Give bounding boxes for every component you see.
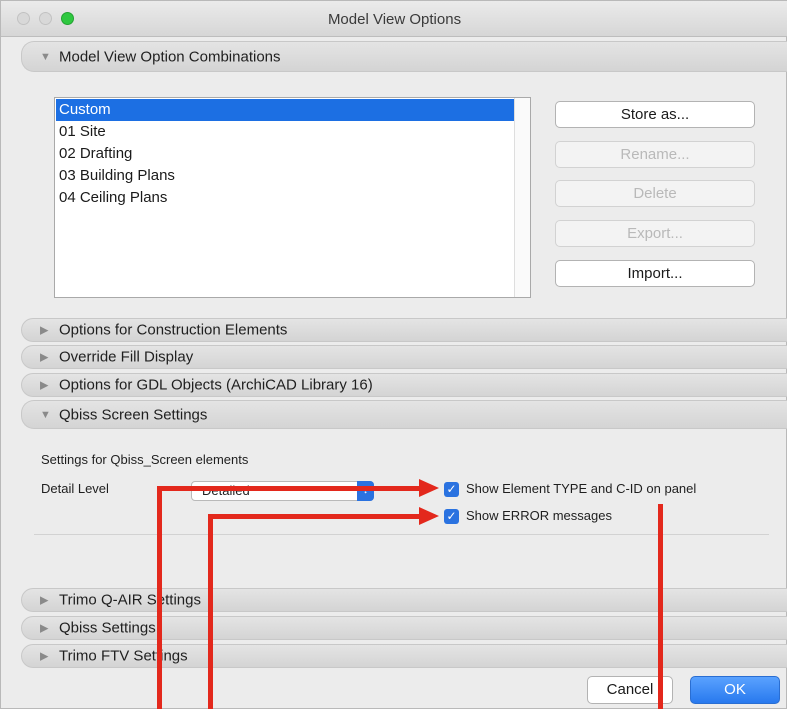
disclosure-collapsed-icon: ▶ xyxy=(40,351,49,364)
section-construction-elements[interactable]: ▶ Options for Construction Elements xyxy=(21,318,787,342)
section-qbiss-screen-settings[interactable]: ▼ Qbiss Screen Settings xyxy=(21,400,787,429)
combinations-listbox[interactable]: Custom 01 Site 02 Drafting 03 Building P… xyxy=(54,97,531,298)
section-qbiss-settings[interactable]: ▶ Qbiss Settings xyxy=(21,616,787,640)
title-bar: Model View Options xyxy=(1,1,787,37)
section-trimo-ftv-settings[interactable]: ▶ Trimo FTV Settings xyxy=(21,644,787,668)
disclosure-collapsed-icon: ▶ xyxy=(40,379,49,392)
disclosure-expanded-icon: ▼ xyxy=(40,50,51,63)
store-as-button[interactable]: Store as... xyxy=(555,101,755,128)
annotation-arrow-horizontal xyxy=(208,514,421,519)
window-title: Model View Options xyxy=(327,11,462,28)
section-label: Model View Option Combinations xyxy=(59,48,281,65)
disclosure-collapsed-icon: ▶ xyxy=(40,650,49,663)
qbiss-screen-caption: Settings for Qbiss_Screen elements xyxy=(41,452,249,467)
section-label: Options for Construction Elements xyxy=(59,321,288,339)
list-item-custom[interactable]: Custom xyxy=(56,99,516,121)
disclosure-expanded-icon: ▼ xyxy=(40,408,51,421)
disclosure-collapsed-icon: ▶ xyxy=(40,324,49,337)
export-button[interactable]: Export... xyxy=(555,220,755,247)
list-item-drafting[interactable]: 02 Drafting xyxy=(56,143,516,165)
disclosure-collapsed-icon: ▶ xyxy=(40,594,49,607)
section-trimo-qair-settings[interactable]: ▶ Trimo Q-AIR Settings xyxy=(21,588,787,612)
annotation-arrow-head xyxy=(419,479,439,497)
list-item-site[interactable]: 01 Site xyxy=(56,121,516,143)
disclosure-collapsed-icon: ▶ xyxy=(40,622,49,635)
model-view-options-window: Model View Options ▼ Model View Option C… xyxy=(0,0,787,709)
chevron-updown-icon: ↕ xyxy=(357,481,374,501)
section-label: Qbiss Settings xyxy=(59,619,156,637)
section-gdl-objects[interactable]: ▶ Options for GDL Objects (ArchiCAD Libr… xyxy=(21,373,787,397)
annotation-arrow-vertical xyxy=(157,486,162,709)
list-item-building-plans[interactable]: 03 Building Plans xyxy=(56,165,516,187)
list-item-ceiling-plans[interactable]: 04 Ceiling Plans xyxy=(56,187,516,209)
section-override-fill-display[interactable]: ▶ Override Fill Display xyxy=(21,345,787,369)
show-errors-label[interactable]: Show ERROR messages xyxy=(466,508,612,523)
detail-level-label: Detail Level xyxy=(41,481,109,496)
show-type-label[interactable]: Show Element TYPE and C-ID on panel xyxy=(466,481,696,496)
section-label: Trimo Q-AIR Settings xyxy=(59,591,201,609)
section-label: Qbiss Screen Settings xyxy=(59,406,208,423)
rename-button[interactable]: Rename... xyxy=(555,141,755,168)
annotation-arrow-head xyxy=(419,507,439,525)
section-label: Options for GDL Objects (ArchiCAD Librar… xyxy=(59,376,373,394)
section-label: Override Fill Display xyxy=(59,348,194,366)
list-scrollbar[interactable] xyxy=(514,98,530,297)
ok-button[interactable]: OK xyxy=(690,676,780,704)
annotation-arrow-horizontal xyxy=(157,486,421,491)
annotation-arrow-vertical xyxy=(208,514,213,709)
detail-level-select[interactable]: Detailed ↕ xyxy=(191,481,374,501)
section-label: Trimo FTV Settings xyxy=(59,647,188,665)
show-errors-checkbox[interactable]: ✓ xyxy=(444,509,459,524)
show-type-checkbox[interactable]: ✓ xyxy=(444,482,459,497)
delete-button[interactable]: Delete xyxy=(555,180,755,207)
import-button[interactable]: Import... xyxy=(555,260,755,287)
annotation-line-vertical xyxy=(658,504,663,709)
section-model-view-option-combinations[interactable]: ▼ Model View Option Combinations xyxy=(21,41,787,72)
